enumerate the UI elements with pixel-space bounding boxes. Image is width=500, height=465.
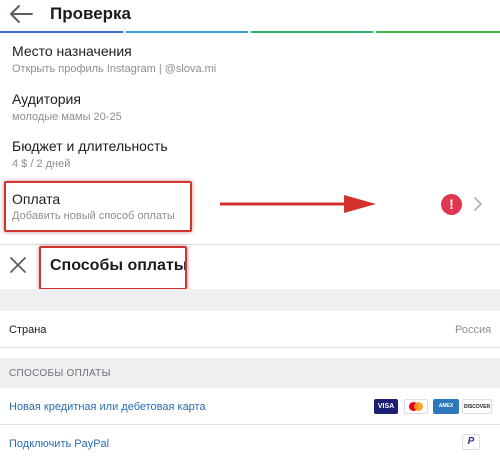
highlight-box-payment	[4, 181, 192, 232]
error-icon: !	[441, 194, 462, 215]
paypal-logo: P	[462, 434, 480, 450]
chevron-right-icon[interactable]	[472, 195, 484, 213]
progress-segment	[126, 31, 248, 33]
red-arrow-icon	[220, 195, 376, 213]
add-card-link[interactable]: Новая кредитная или дебетовая карта	[9, 401, 206, 413]
row-title: Аудитория	[12, 91, 81, 107]
amex-logo: AMEX	[433, 399, 459, 414]
connect-paypal-link[interactable]: Подключить PayPal	[9, 438, 109, 450]
page-title: Проверка	[50, 4, 132, 23]
row-title: Место назначения	[12, 43, 132, 59]
discover-logo: DISCOVER	[462, 399, 492, 414]
progress-segment	[376, 31, 500, 33]
country-row[interactable]	[0, 311, 500, 348]
progress-bar	[0, 31, 500, 33]
row-audience[interactable]: Аудитория молодые мамы 20-25	[0, 85, 500, 131]
row-subtitle: молодые мамы 20-25	[12, 111, 122, 123]
progress-segment	[251, 31, 373, 33]
mastercard-logo	[404, 399, 428, 414]
divider-band	[0, 289, 500, 311]
row-destination[interactable]: Место назначения Открыть профиль Instagr…	[0, 37, 500, 83]
row-subtitle: 4 $ / 2 дней	[12, 158, 71, 170]
arrow-left-icon[interactable]	[8, 3, 34, 25]
country-value: Россия	[455, 324, 492, 336]
country-label: Страна	[9, 324, 47, 336]
row-title: Бюджет и длительность	[12, 138, 168, 154]
highlight-box-title	[39, 246, 187, 290]
progress-segment	[0, 31, 123, 33]
visa-logo: VISA	[374, 399, 398, 414]
close-icon[interactable]	[9, 256, 27, 274]
row-subtitle: Открыть профиль Instagram | @slova.mi	[12, 63, 217, 75]
section-label: СПОСОБЫ ОПЛАТЫ	[9, 368, 111, 379]
row-budget[interactable]: Бюджет и длительность 4 $ / 2 дней	[0, 132, 500, 178]
